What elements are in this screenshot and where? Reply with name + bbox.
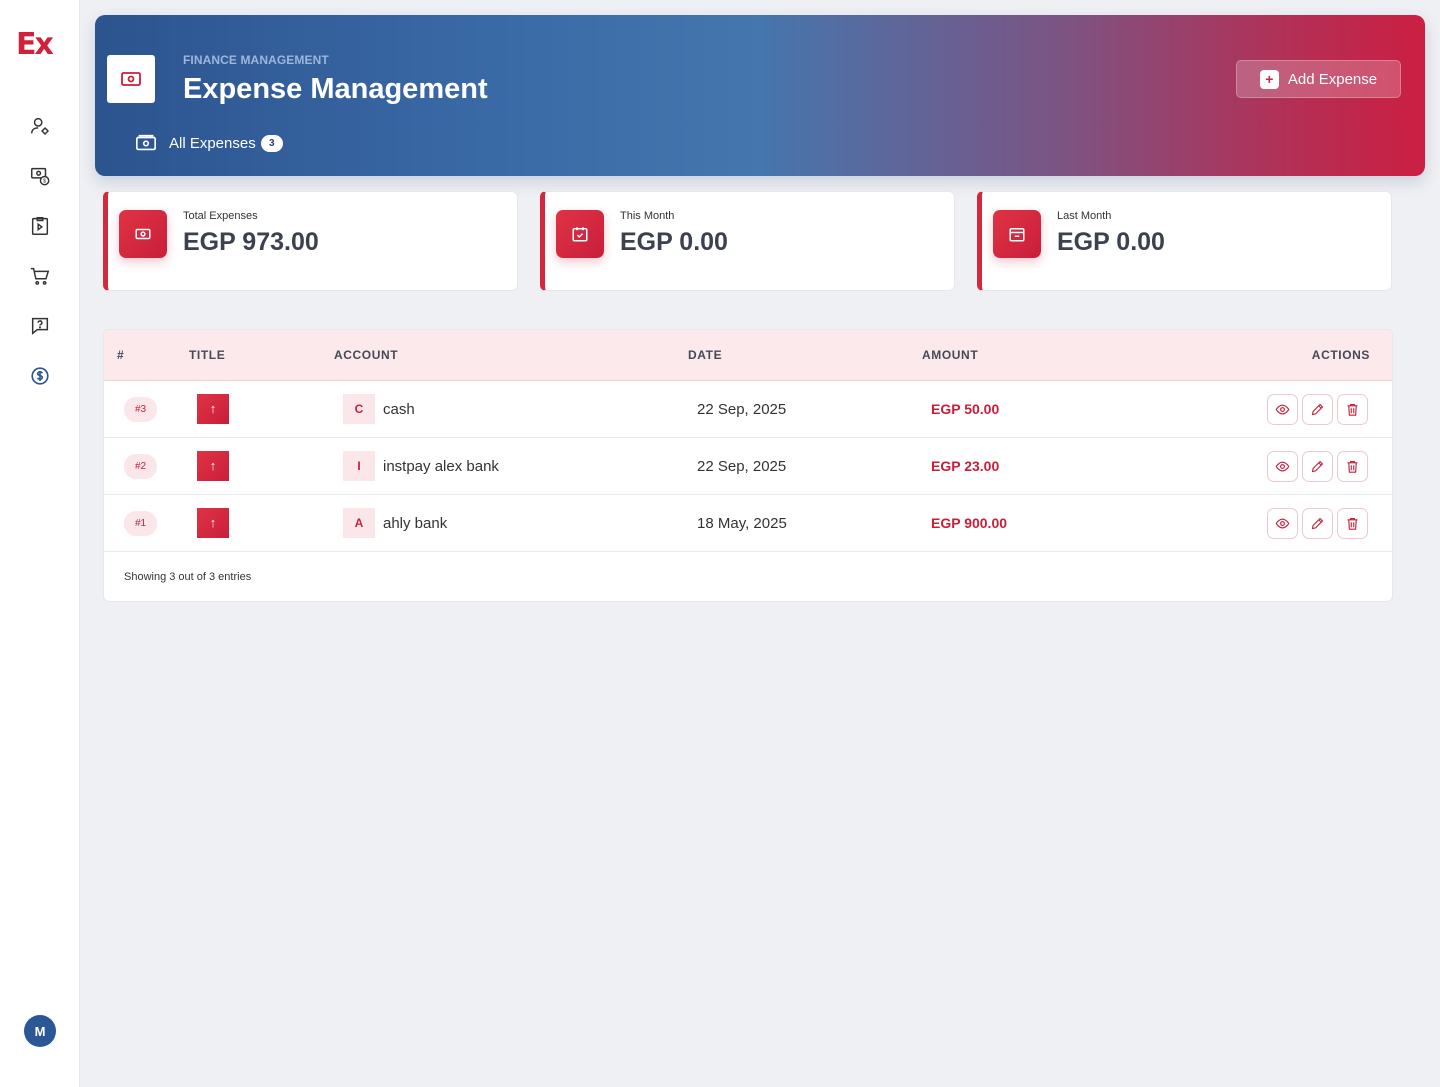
column-header-date[interactable]: DATE bbox=[688, 330, 722, 381]
app-logo[interactable]: Ex bbox=[16, 30, 54, 60]
tab-all-expenses[interactable]: All Expenses 3 bbox=[135, 132, 283, 154]
edit-button[interactable] bbox=[1302, 394, 1333, 425]
account-initial: C bbox=[343, 394, 375, 424]
header-money-icon bbox=[107, 55, 155, 103]
add-expense-button[interactable]: + Add Expense bbox=[1236, 60, 1401, 98]
tab-count-badge: 3 bbox=[260, 134, 283, 152]
tab-label: All Expenses bbox=[169, 134, 256, 152]
plus-icon: + bbox=[1259, 69, 1279, 89]
expense-arrow-up-icon: ↑ bbox=[197, 508, 229, 538]
edit-button[interactable] bbox=[1302, 508, 1333, 539]
nav-reports-icon[interactable] bbox=[26, 212, 54, 240]
table-row[interactable]: #1 ↑ A ahly bank 18 May, 2025 EGP 900.00 bbox=[104, 495, 1392, 552]
nav-users-icon[interactable] bbox=[26, 112, 54, 140]
expense-date: 22 Sep, 2025 bbox=[697, 401, 787, 418]
calendar-check-icon bbox=[556, 210, 604, 258]
column-header-title[interactable]: TITLE bbox=[189, 330, 225, 381]
stat-label: Last Month bbox=[1057, 210, 1112, 222]
eye-icon bbox=[1275, 518, 1290, 529]
expense-amount: EGP 23.00 bbox=[931, 458, 1000, 474]
table-row[interactable]: #3 ↑ C cash 22 Sep, 2025 EGP 50.00 bbox=[104, 381, 1392, 438]
clipboard-icon bbox=[31, 217, 49, 235]
delete-button[interactable] bbox=[1337, 451, 1368, 482]
page-title: Expense Management bbox=[183, 73, 488, 105]
row-id-badge: #2 bbox=[124, 454, 158, 479]
svg-text:$: $ bbox=[43, 179, 46, 185]
table-entries-summary: Showing 3 out of 3 entries bbox=[124, 571, 252, 583]
account-name: cash bbox=[383, 401, 415, 418]
money-exchange-icon: $ bbox=[31, 167, 50, 186]
pencil-icon bbox=[1311, 403, 1324, 416]
stat-card-total: Total Expenses EGP 973.00 bbox=[103, 191, 518, 291]
pencil-icon bbox=[1311, 517, 1324, 530]
nav-finance-icon[interactable] bbox=[26, 362, 54, 390]
nav-support-icon[interactable] bbox=[26, 312, 54, 340]
money-icon bbox=[119, 210, 167, 258]
stat-card-last-month: Last Month EGP 0.00 bbox=[977, 191, 1392, 291]
eye-icon bbox=[1275, 404, 1290, 415]
stat-value: EGP 0.00 bbox=[620, 228, 728, 256]
stat-card-this-month: This Month EGP 0.00 bbox=[540, 191, 955, 291]
help-message-icon bbox=[31, 317, 49, 335]
trash-icon bbox=[1347, 517, 1358, 530]
nav-cart-icon[interactable] bbox=[26, 262, 54, 290]
cart-icon bbox=[30, 267, 50, 285]
add-expense-label: Add Expense bbox=[1287, 70, 1378, 88]
stat-label: Total Expenses bbox=[183, 210, 258, 222]
trash-icon bbox=[1347, 460, 1358, 473]
stat-value: EGP 973.00 bbox=[183, 228, 319, 256]
delete-button[interactable] bbox=[1337, 508, 1368, 539]
column-header-amount[interactable]: AMOUNT bbox=[922, 330, 978, 381]
stat-label: This Month bbox=[620, 210, 675, 222]
stat-value: EGP 0.00 bbox=[1057, 228, 1165, 256]
expense-date: 22 Sep, 2025 bbox=[697, 458, 787, 475]
account-name: ahly bank bbox=[383, 515, 448, 532]
calendar-minus-icon bbox=[993, 210, 1041, 258]
view-button[interactable] bbox=[1267, 508, 1298, 539]
page-header-banner: FINANCE MANAGEMENT Expense Management Al… bbox=[95, 15, 1425, 176]
expense-date: 18 May, 2025 bbox=[697, 515, 787, 532]
pencil-icon bbox=[1311, 460, 1324, 473]
dollar-circle-icon bbox=[31, 367, 49, 385]
table-header: # TITLE ACCOUNT DATE AMOUNT ACTIONS bbox=[104, 330, 1392, 381]
expense-amount: EGP 900.00 bbox=[931, 515, 1008, 531]
expense-arrow-up-icon: ↑ bbox=[197, 394, 229, 424]
view-button[interactable] bbox=[1267, 394, 1298, 425]
expenses-table: # TITLE ACCOUNT DATE AMOUNT ACTIONS #3 ↑… bbox=[103, 329, 1393, 602]
table-row[interactable]: #2 ↑ I instpay alex bank 22 Sep, 2025 EG… bbox=[104, 438, 1392, 495]
account-initial: A bbox=[343, 508, 375, 538]
page-subtitle: FINANCE MANAGEMENT bbox=[183, 53, 329, 67]
trash-icon bbox=[1347, 403, 1358, 416]
row-id-badge: #1 bbox=[124, 511, 158, 536]
column-header-account[interactable]: ACCOUNT bbox=[334, 330, 398, 381]
column-header-index[interactable]: # bbox=[117, 330, 124, 381]
edit-button[interactable] bbox=[1302, 451, 1333, 482]
account-name: instpay alex bank bbox=[383, 458, 499, 475]
delete-button[interactable] bbox=[1337, 394, 1368, 425]
view-button[interactable] bbox=[1267, 451, 1298, 482]
user-settings-icon bbox=[31, 117, 49, 135]
money-icon bbox=[136, 134, 156, 151]
sidebar: Ex $ M bbox=[0, 0, 80, 1087]
expense-arrow-up-icon: ↑ bbox=[197, 451, 229, 481]
expense-amount: EGP 50.00 bbox=[931, 401, 1000, 417]
eye-icon bbox=[1275, 461, 1290, 472]
user-avatar[interactable]: M bbox=[24, 1015, 56, 1047]
column-header-actions: ACTIONS bbox=[1311, 348, 1370, 362]
nav-transactions-icon[interactable]: $ bbox=[26, 162, 54, 190]
account-initial: I bbox=[343, 451, 375, 481]
row-id-badge: #3 bbox=[124, 397, 158, 422]
